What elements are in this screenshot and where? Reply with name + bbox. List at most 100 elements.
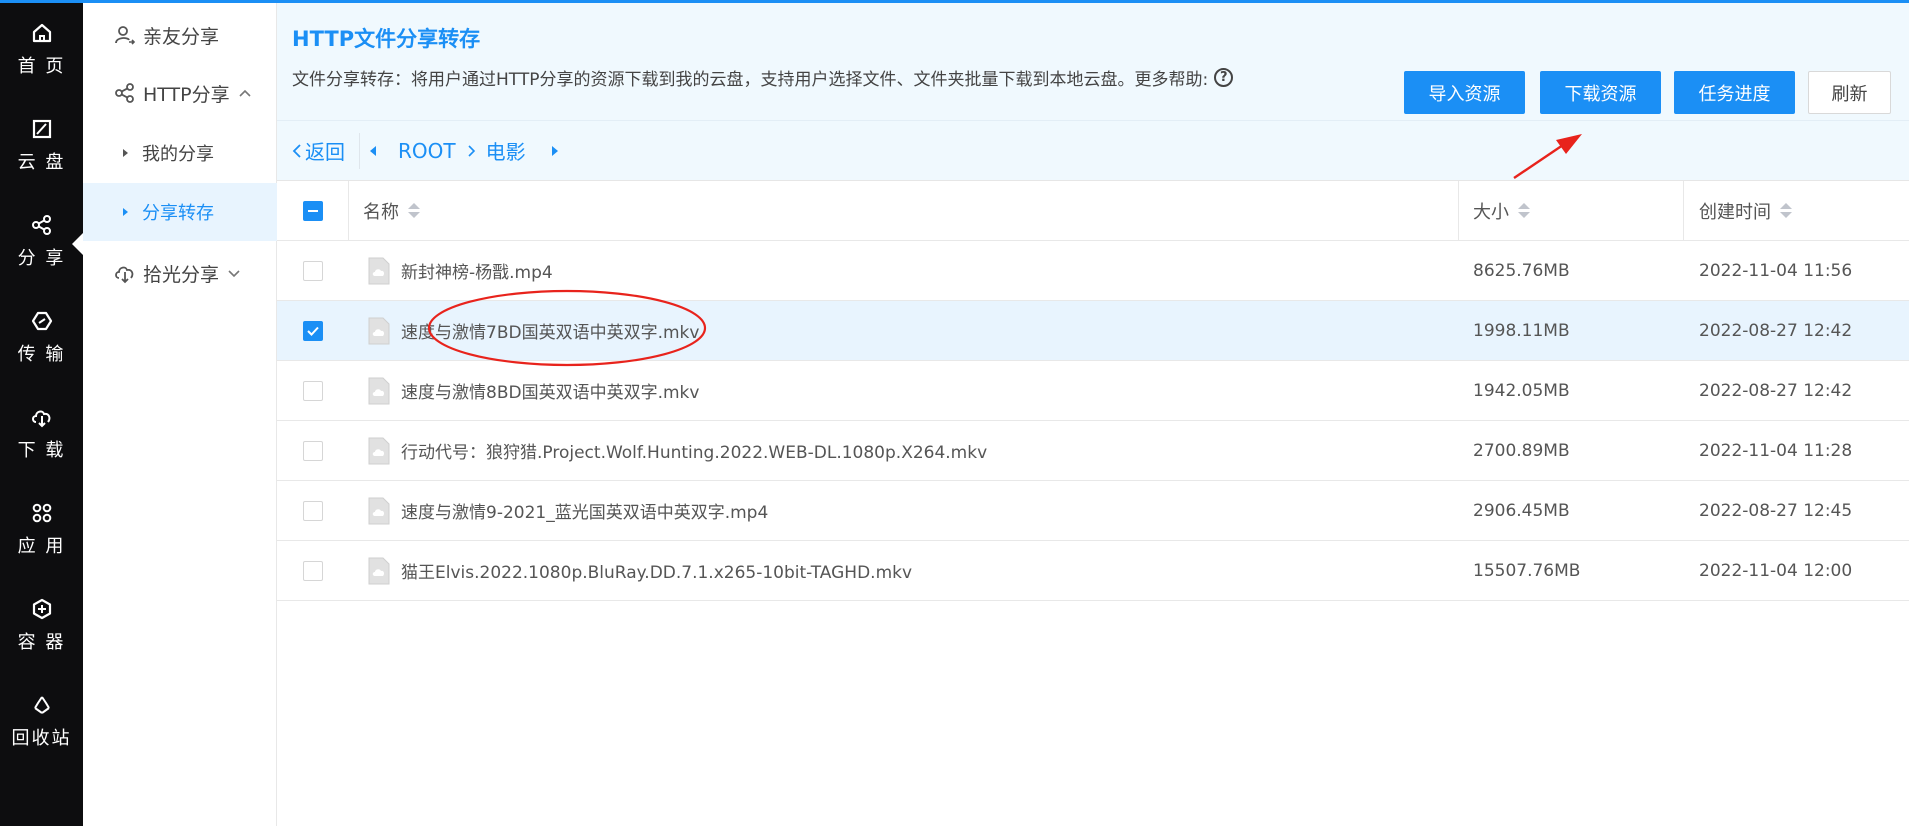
- row-checkbox[interactable]: [302, 560, 323, 581]
- file-icon: [368, 497, 390, 524]
- nav-recycle-label: 回收站: [11, 728, 72, 749]
- file-icon: [368, 317, 390, 344]
- nav-share-label: 分 享: [17, 248, 66, 269]
- table-row[interactable]: 速度与激情8BD国英双语中英双字.mkv 1942.05MB 2022-08-27 …: [277, 361, 1909, 421]
- nav-download-label: 下 载: [17, 440, 66, 461]
- nav-transfer-label: 传 输: [17, 344, 66, 365]
- file-name[interactable]: 速度与激情8BD国英双语中英双字.mkv: [401, 378, 699, 403]
- download-icon: [29, 404, 55, 430]
- help-icon[interactable]: ?: [1214, 68, 1234, 87]
- sort-icon[interactable]: [1518, 203, 1530, 218]
- app-window: 首 页 云 盘 分 享 传 输 下 载 应 用 容 器 回收站 亲友分享 HTT…: [0, 0, 1909, 826]
- file-size: 1942.05MB: [1473, 380, 1570, 401]
- main-nav-rail: 首 页 云 盘 分 享 传 输 下 载 应 用 容 器 回收站: [0, 0, 83, 826]
- nav-home[interactable]: 首 页: [0, 0, 83, 90]
- chevron-right-icon: [466, 143, 476, 159]
- column-time[interactable]: 创建时间: [1684, 181, 1792, 240]
- file-size: 15507.76MB: [1473, 560, 1581, 581]
- nav-transfer[interactable]: 传 输: [0, 288, 83, 378]
- file-name[interactable]: 速度与激情9-2021_蓝光国英双语中英双字.mp4: [401, 498, 768, 523]
- sidebar-item-label: 拾光分享: [143, 263, 220, 286]
- nav-cloud-disk-label: 云 盘: [17, 152, 66, 173]
- home-icon: [29, 20, 55, 46]
- table-row[interactable]: 行动代号：狼狩猎.Project.Wolf.Hunting.2022.WEB-D…: [277, 421, 1909, 481]
- sidebar-item-label: 分享转存: [142, 203, 214, 224]
- scroll-right-icon[interactable]: [551, 145, 558, 156]
- file-name[interactable]: 新封神榜-杨戬.mp4: [401, 258, 553, 283]
- select-all-checkbox[interactable]: [302, 200, 323, 221]
- container-icon: [29, 596, 55, 622]
- share-sidebar: 亲友分享 HTTP分享 我的分享 分享转存 拾光分享: [83, 0, 277, 826]
- active-nav-pointer: [72, 233, 83, 255]
- nav-recycle[interactable]: 回收站: [0, 672, 83, 762]
- page-header: HTTP文件分享转存 文件分享转存：将用户通过HTTP分享的资源下载到我的云盘，…: [277, 3, 1909, 121]
- minus-icon: [307, 209, 318, 212]
- breadcrumb-folder[interactable]: 电影: [486, 136, 526, 165]
- column-name[interactable]: 名称: [349, 181, 1459, 240]
- breadcrumb-root[interactable]: ROOT: [398, 139, 456, 163]
- chevron-down-icon: [227, 266, 241, 280]
- page-title: HTTP文件分享转存: [292, 27, 481, 51]
- top-accent-line: [0, 0, 1909, 3]
- sidebar-item-label: 我的分享: [142, 144, 214, 165]
- caret-right-icon: [123, 208, 128, 216]
- back-button[interactable]: 返回: [291, 136, 345, 165]
- scroll-left-icon[interactable]: [370, 145, 376, 156]
- file-name[interactable]: 速度与激情7BD国英双语中英双字.mkv: [401, 318, 699, 343]
- import-resource-button[interactable]: 导入资源: [1404, 71, 1525, 114]
- table-row[interactable]: 新封神榜-杨戬.mp4 8625.76MB 2022-11-04 11:56: [277, 241, 1909, 301]
- refresh-button[interactable]: 刷新: [1808, 71, 1891, 114]
- file-name[interactable]: 猫王Elvis.2022.1080p.BluRay.DD.7.1.x265-10…: [401, 558, 912, 583]
- transfer-icon: [29, 308, 55, 334]
- nav-apps-label: 应 用: [17, 536, 66, 557]
- nav-container-label: 容 器: [17, 632, 66, 653]
- column-time-label: 创建时间: [1699, 201, 1771, 223]
- table-row[interactable]: 猫王Elvis.2022.1080p.BluRay.DD.7.1.x265-10…: [277, 541, 1909, 601]
- column-size[interactable]: 大小: [1459, 181, 1684, 240]
- file-created-time: 2022-08-27 12:42: [1699, 320, 1853, 341]
- file-created-time: 2022-11-04 11:56: [1699, 260, 1853, 281]
- sort-icon[interactable]: [1780, 203, 1792, 218]
- sidebar-item-my-share[interactable]: 我的分享: [83, 124, 277, 182]
- column-name-label: 名称: [363, 201, 399, 223]
- row-checkbox[interactable]: [302, 440, 323, 461]
- share-icon: [29, 212, 55, 238]
- row-checkbox[interactable]: [302, 500, 323, 521]
- sidebar-item-friends-share[interactable]: 亲友分享: [83, 6, 277, 64]
- table-row[interactable]: 速度与激情9-2021_蓝光国英双语中英双字.mp4 2906.45MB 2022-…: [277, 481, 1909, 541]
- nav-home-label: 首 页: [17, 56, 66, 77]
- sidebar-item-http-share[interactable]: HTTP分享: [83, 64, 277, 122]
- row-checkbox[interactable]: [302, 320, 323, 341]
- nav-container[interactable]: 容 器: [0, 576, 83, 666]
- nav-download[interactable]: 下 载: [0, 384, 83, 474]
- chevron-up-icon: [238, 86, 252, 100]
- row-checkbox[interactable]: [302, 380, 323, 401]
- nav-cloud-disk[interactable]: 云 盘: [0, 96, 83, 186]
- sidebar-item-shiguang-share[interactable]: 拾光分享: [83, 244, 277, 302]
- file-icon: [368, 437, 390, 464]
- download-resource-button[interactable]: 下载资源: [1540, 71, 1661, 114]
- task-progress-button[interactable]: 任务进度: [1674, 71, 1795, 114]
- file-table: 名称 大小 创建时间 新封神榜-杨戬.mp4 8625.76MB 2022-11-0…: [277, 181, 1909, 601]
- file-created-time: 2022-08-27 12:42: [1699, 380, 1853, 401]
- table-row[interactable]: 速度与激情7BD国英双语中英双字.mkv 1998.11MB 2022-08-27 …: [277, 301, 1909, 361]
- row-checkbox[interactable]: [302, 260, 323, 281]
- nav-apps[interactable]: 应 用: [0, 480, 83, 570]
- file-icon: [368, 257, 390, 284]
- sort-icon[interactable]: [408, 203, 420, 218]
- sidebar-item-share-transfer[interactable]: 分享转存: [83, 183, 277, 241]
- column-size-label: 大小: [1473, 201, 1509, 223]
- share-icon: [113, 81, 137, 105]
- divider: [359, 132, 360, 169]
- user-share-icon: [113, 23, 137, 47]
- nav-share[interactable]: 分 享: [0, 192, 83, 282]
- caret-right-icon: [123, 149, 128, 157]
- sidebar-item-label: HTTP分享: [143, 83, 230, 106]
- page-description: 文件分享转存：将用户通过HTTP分享的资源下载到我的云盘，支持用户选择文件、文件…: [292, 65, 1234, 90]
- table-header: 名称 大小 创建时间: [277, 181, 1909, 241]
- file-size: 2906.45MB: [1473, 500, 1570, 521]
- file-icon: [368, 377, 390, 404]
- check-icon: [306, 326, 319, 336]
- file-name[interactable]: 行动代号：狼狩猎.Project.Wolf.Hunting.2022.WEB-D…: [401, 438, 987, 463]
- cloud-download-icon: [113, 261, 137, 285]
